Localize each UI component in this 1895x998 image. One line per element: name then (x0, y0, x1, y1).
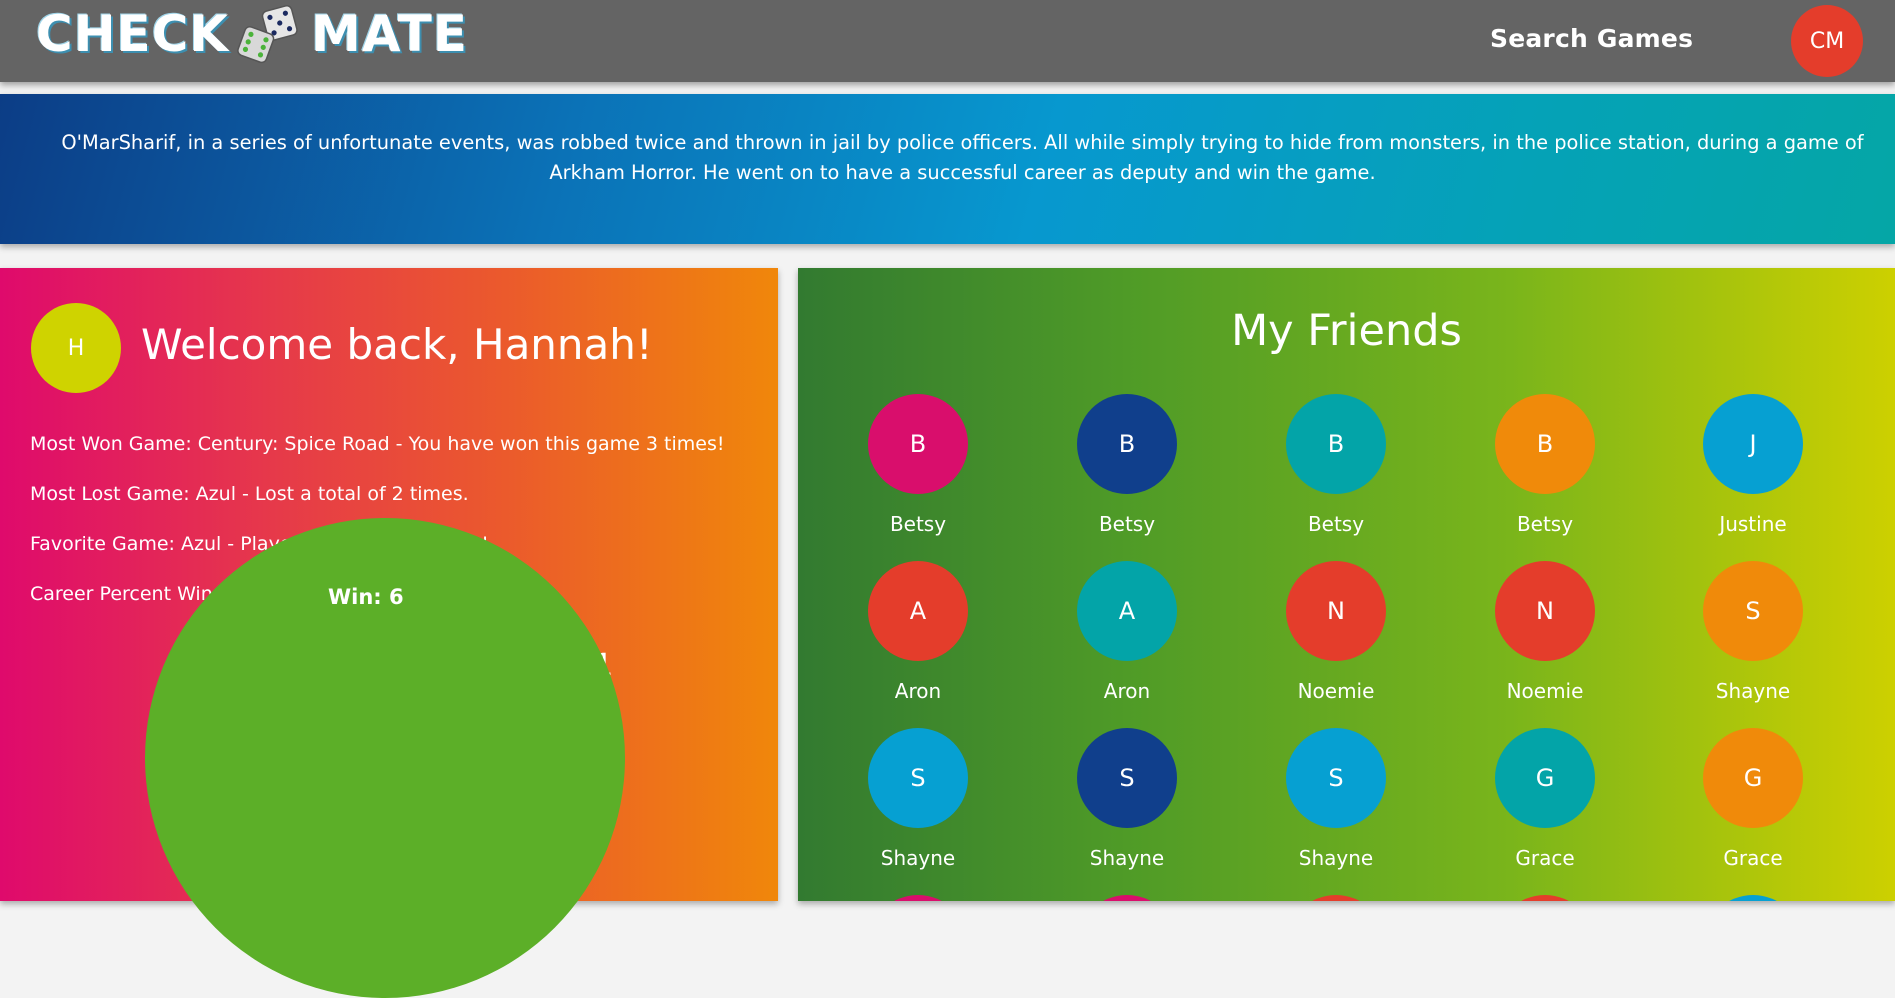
pie-win-label: Win: 6 (328, 585, 404, 609)
friend-item[interactable]: B Betsy (1261, 394, 1411, 536)
friend-item[interactable]: S Shayne (843, 728, 993, 870)
friend-item[interactable]: A Aron (843, 561, 993, 703)
friend-item[interactable]: N Noemie (1470, 561, 1620, 703)
friends-panel: My Friends B Betsy B Betsy B Betsy B Betsy J Just… (798, 268, 1895, 901)
friend-name: Shayne (1089, 846, 1165, 870)
friend-item[interactable] (1470, 895, 1620, 901)
friend-avatar (1077, 895, 1177, 901)
friend-name: Noemie (1297, 679, 1375, 703)
friend-item[interactable]: S Shayne (1052, 728, 1202, 870)
friend-item[interactable]: B Betsy (1470, 394, 1620, 536)
friend-name: Betsy (889, 512, 947, 536)
friend-avatar: J (1703, 394, 1803, 494)
friend-item[interactable] (1052, 895, 1202, 901)
friend-avatar: S (1077, 728, 1177, 828)
friend-name: Justine (1719, 512, 1787, 536)
friend-item[interactable] (1678, 895, 1828, 901)
friend-avatar: B (1286, 394, 1386, 494)
search-games-link[interactable]: Search Games (1490, 24, 1693, 53)
stat-most-lost: Most Lost Game: Azul - Lost a total of 2… (30, 483, 469, 505)
friend-avatar: N (1286, 561, 1386, 661)
friend-avatar: S (1703, 561, 1803, 661)
friend-avatar (1286, 895, 1386, 901)
friend-item[interactable]: G Grace (1678, 728, 1828, 870)
profile-avatar: H (31, 303, 121, 393)
friend-avatar: A (1077, 561, 1177, 661)
dice-icon (235, 4, 305, 64)
friend-name: Betsy (1098, 512, 1156, 536)
friend-avatar: S (1286, 728, 1386, 828)
friend-item[interactable]: J Justine (1678, 394, 1828, 536)
friend-name: Betsy (1516, 512, 1574, 536)
friends-title: My Friends (1231, 306, 1462, 356)
friend-avatar (1703, 895, 1803, 901)
friend-avatar: A (868, 561, 968, 661)
friend-avatar (868, 895, 968, 901)
friend-item[interactable]: B Betsy (843, 394, 993, 536)
friend-name: Grace (1515, 846, 1575, 870)
friend-item[interactable]: N Noemie (1261, 561, 1411, 703)
friend-item[interactable]: A Aron (1052, 561, 1202, 703)
friend-name: Betsy (1307, 512, 1365, 536)
friend-item[interactable]: S Shayne (1261, 728, 1411, 870)
checkmate-logo[interactable]: CHECK MATE (36, 4, 468, 64)
friend-name: Noemie (1506, 679, 1584, 703)
friend-avatar: G (1703, 728, 1803, 828)
friend-item[interactable]: G Grace (1470, 728, 1620, 870)
stat-most-won: Most Won Game: Century: Spice Road - You… (30, 433, 725, 455)
logo-text-mate: MATE (311, 5, 468, 63)
friend-item[interactable]: S Shayne (1678, 561, 1828, 703)
friend-name: Aron (894, 679, 942, 703)
story-banner: O'MarSharif, in a series of unfortunate … (0, 94, 1895, 244)
friend-avatar: G (1495, 728, 1595, 828)
friend-item[interactable]: B Betsy (1052, 394, 1202, 536)
friend-avatar: S (868, 728, 968, 828)
logo-text-check: CHECK (36, 5, 230, 63)
friend-avatar (1495, 895, 1595, 901)
friend-name: Shayne (1715, 679, 1791, 703)
friend-avatar: B (868, 394, 968, 494)
friend-avatar: N (1495, 561, 1595, 661)
friend-name: Aron (1103, 679, 1151, 703)
friend-item[interactable] (843, 895, 993, 901)
friend-item[interactable] (1261, 895, 1411, 901)
banner-story-text: O'MarSharif, in a series of unfortunate … (61, 131, 1864, 184)
user-avatar-button[interactable]: CM (1791, 5, 1863, 77)
friend-avatar: B (1077, 394, 1177, 494)
friend-name: Shayne (880, 846, 956, 870)
friend-avatar: B (1495, 394, 1595, 494)
friend-name: Shayne (1298, 846, 1374, 870)
friend-name: Grace (1723, 846, 1783, 870)
top-navbar: CHECK MATE Search Games CM (0, 0, 1895, 82)
welcome-heading: Welcome back, Hannah! (141, 320, 653, 369)
